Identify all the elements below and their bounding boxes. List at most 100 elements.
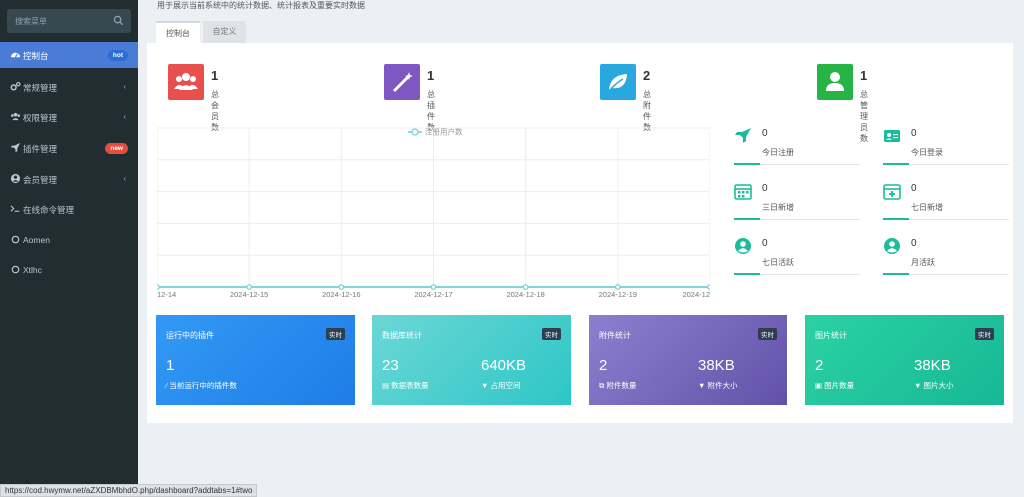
card-title: 数据库统计 [382,331,422,340]
card-value-secondary: 640KB [481,357,527,374]
card-title: 运行中的插件 [166,331,214,340]
database-icon: ▤ [382,381,392,390]
sidebar-item-aomen[interactable]: Aomen [0,227,138,253]
divider-accent [883,273,909,275]
search-icon[interactable] [113,15,124,26]
mini-stat-value: 0 [911,183,917,194]
data-point [338,284,345,290]
card-value: 2 [815,357,824,374]
sidebar-item-label: 插件管理 [23,144,58,154]
mini-stat-value: 0 [911,128,917,139]
chevron-left-icon: ‹ [123,82,126,91]
chevron-left-icon: ‹ [123,112,126,121]
search-input[interactable]: 搜索菜单 [15,16,47,27]
mini-stat-today-login: 0 今日登录 [883,127,1009,177]
mini-stat-today-register: 0 今日注册 [734,127,860,177]
legend-marker [411,128,419,136]
sidebar-item-general[interactable]: 常规管理 ‹ [0,74,138,100]
divider-accent [883,218,909,220]
mini-stat-label: 今日登录 [911,148,943,157]
card-sub-label: 附件大小 [707,381,738,390]
sidebar-item-members[interactable]: 会员管理 ‹ [0,166,138,192]
mini-stat-value: 0 [762,238,768,249]
card-sub-secondary: ▼ 附件大小 [698,380,738,391]
card-value: 23 [382,357,399,374]
card-value: 2 [599,357,608,374]
legend-label: 注册用户数 [425,127,463,137]
chevron-left-icon: ‹ [123,174,126,183]
realtime-tag: 实时 [758,328,777,340]
stat-label: 总管理员数 [860,90,868,143]
card-title: 附件统计 [599,331,631,340]
vcard-icon [884,130,900,142]
sidebar-item-label: 会员管理 [23,175,58,185]
sidebar-item-permission[interactable]: 权限管理 ‹ [0,104,138,130]
card-running-plugins: 运行中的插件 实时 1 ⁄ 当前运行中的插件数 [156,315,355,405]
sidebar-item-xtlhc[interactable]: Xtlhc [0,257,138,283]
filter-icon: ▼ [698,381,708,390]
x-tick-label: 12-14 [157,290,176,299]
divider-accent [734,218,760,220]
browser-status-url: https://cod.hwymw.net/aZXDBMbhdO.php/das… [0,484,258,497]
realtime-tag: 实时 [975,328,994,340]
tab-custom[interactable]: 自定义 [203,21,246,43]
filter-icon: ▼ [481,381,491,390]
sidebar-item-label: 常规管理 [23,83,58,93]
realtime-tag: 实时 [542,328,561,340]
mini-stat-label: 月活跃 [911,258,935,267]
card-sub-label: 图片大小 [923,381,954,390]
card-sub: ▣ 图片数量 [815,380,854,391]
circle-icon [11,235,20,244]
cogs-icon [10,81,21,91]
page-description: 用于展示当前系统中的统计数据、统计报表及重要实时数据 [157,1,365,10]
terminal-icon [10,205,20,212]
card-images: 图片统计 实时 2 38KB ▣ 图片数量 ▼ 图片大小 [805,315,1004,405]
card-value-secondary: 38KB [914,357,951,374]
divider-accent [734,163,760,165]
divider-accent [734,273,760,275]
stat-icon-box [168,64,204,100]
x-tick-label: 2024-12-19 [599,290,637,299]
leaf-icon [608,74,627,92]
card-sub: ⁄ 当前运行中的插件数 [166,380,237,391]
image-icon: ▣ [815,381,825,390]
sidebar-item-label: 在线命令管理 [23,205,75,215]
mini-stat-seven-day-active: 0 七日活跃 [734,237,860,287]
sidebar: 搜索菜单 控制台 hot 常规管理 ‹ 权限管理 ‹ 插件管理 new 会员管理… [0,0,138,497]
card-value-secondary: 38KB [698,357,735,374]
card-sub: ▤ 数据表数量 [382,380,429,391]
stat-icon-box [600,64,636,100]
mini-stat-value: 0 [762,128,768,139]
mini-stat-label: 三日新增 [762,203,794,212]
calendar-icon [734,184,752,200]
sidebar-item-label: Aomen [23,235,50,245]
data-point [430,284,437,290]
data-point [246,284,253,290]
x-tick-label: 2024-12 [682,290,710,299]
sidebar-item-dashboard[interactable]: 控制台 hot [0,42,138,68]
sidebar-item-plugins[interactable]: 插件管理 new [0,135,138,161]
tab-dashboard[interactable]: 控制台 [156,21,200,43]
mini-stat-label: 七日活跃 [762,258,794,267]
sidebar-item-command[interactable]: 在线命令管理 [0,196,138,222]
data-point [707,284,713,290]
card-sub-secondary: ▼ 占用空间 [481,380,521,391]
card-value: 1 [166,357,175,374]
stat-value: 2 [643,68,651,83]
mini-stat-three-day: 0 三日新增 [734,182,860,232]
stat-icon-box [384,64,420,100]
user-circle-icon [10,173,21,184]
mini-stat-month-active: 0 月活跃 [883,237,1009,287]
new-badge: new [105,143,128,154]
x-tick-label: 2024-12-15 [230,290,268,299]
card-sub-label: 当前运行中的插件数 [169,381,237,390]
sidebar-search[interactable]: 搜索菜单 [7,9,131,33]
mini-stat-label: 七日新增 [911,203,943,212]
card-sub-label: 占用空间 [490,381,521,390]
users-icon [174,73,198,90]
rocket-icon [735,128,751,143]
hot-badge: hot [107,50,128,61]
group-icon [11,112,20,121]
sidebar-item-label: 控制台 [23,51,49,61]
card-sub-secondary: ▼ 图片大小 [914,380,954,391]
